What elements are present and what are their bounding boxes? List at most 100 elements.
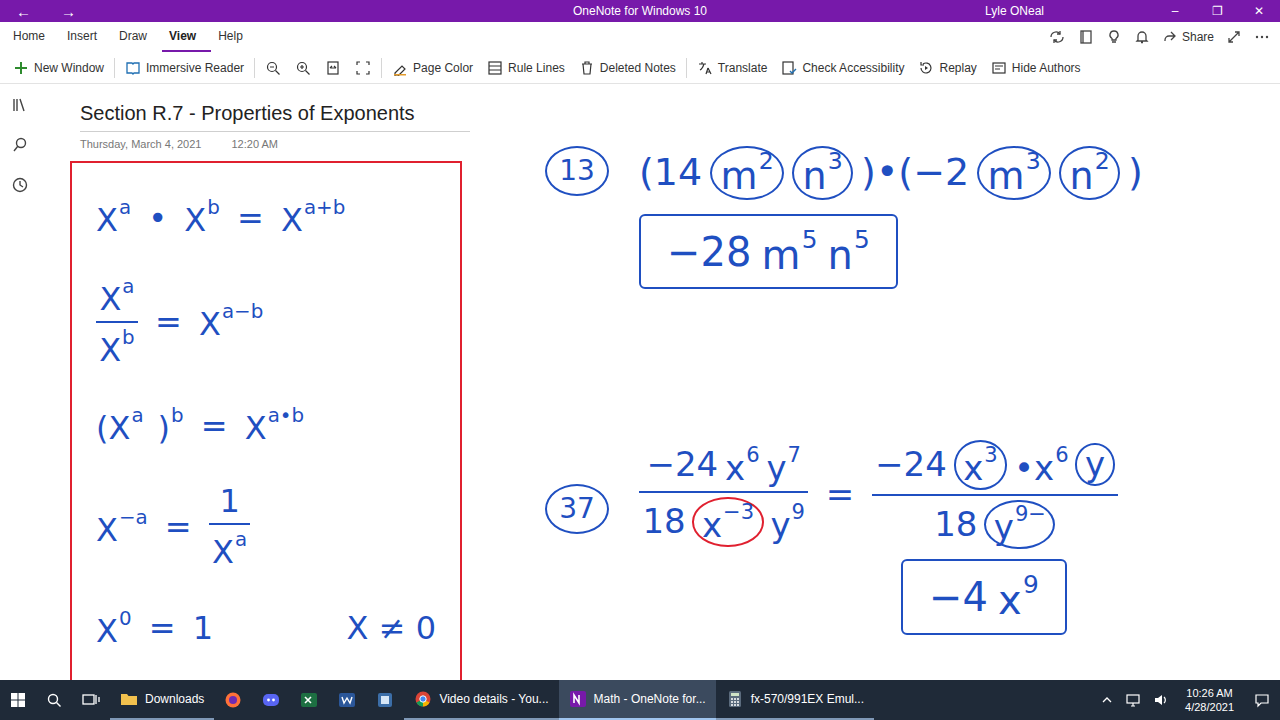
ink-base: y [770, 505, 790, 545]
share-button[interactable]: Share [1162, 28, 1214, 46]
menu-bar: HomeInsertDrawViewHelp Share [0, 22, 1280, 52]
minimize-button[interactable]: – [1154, 2, 1196, 20]
taskbar-app[interactable] [252, 680, 290, 720]
taskbar-app[interactable]: Video details - You... [404, 680, 558, 720]
rule-row: X−a=1Xa [96, 484, 436, 570]
problem-answer: −28m5n5 [639, 214, 898, 289]
page-date: Thursday, March 4, 2021 [80, 136, 201, 153]
ribbon-button[interactable]: Translate [690, 56, 775, 80]
task-view-icon [82, 692, 100, 708]
zoom-out-button[interactable] [258, 57, 288, 79]
fraction-numerator: −24x6y7 [643, 443, 804, 487]
ribbon-button[interactable]: Rule Lines [480, 56, 572, 80]
ink-base: )•(−2 [861, 150, 969, 194]
ink-base: y [766, 448, 786, 488]
ink-exponent: 3 [1026, 147, 1041, 175]
restore-button[interactable]: ❐ [1196, 2, 1238, 20]
sync-icon[interactable] [1048, 29, 1066, 45]
expand-icon[interactable] [1226, 29, 1242, 45]
ribbon-button[interactable]: Page Color [385, 56, 480, 80]
taskbar: Downloads Video details - You... Math - On… [0, 680, 1280, 720]
ribbon-label: Immersive Reader [146, 59, 244, 77]
ribbon-button[interactable]: Hide Authors [984, 56, 1088, 80]
taskbar-app-label: Math - OneNote for... [594, 690, 706, 708]
ribbon-separator [686, 58, 687, 78]
page-width-button[interactable] [318, 57, 348, 79]
taskbar-app[interactable] [290, 680, 328, 720]
system-tray [1101, 693, 1175, 707]
user-name[interactable]: Lyle ONeal [985, 2, 1044, 20]
ribbon-button[interactable]: Deleted Notes [572, 56, 683, 80]
recent-icon[interactable] [11, 176, 29, 194]
ink-circle: x−3 [692, 497, 763, 547]
clock[interactable]: 10:26 AM4/28/2021 [1175, 686, 1244, 715]
lightbulb-icon[interactable] [1106, 29, 1122, 45]
zoom-out-icon [265, 60, 281, 76]
ink-term: −24 [646, 446, 718, 483]
page-column: Section R.7 - Properties of Exponents Thu… [40, 84, 480, 680]
network-icon[interactable] [1125, 693, 1141, 707]
ink-exponent: a+b [304, 196, 345, 219]
ink-base: ) [1128, 150, 1143, 194]
back-button[interactable]: ← [12, 4, 35, 19]
volume-icon[interactable] [1153, 693, 1169, 707]
ink-base: m [988, 154, 1025, 198]
ribbon-button[interactable]: Check Accessibility [774, 56, 911, 80]
ink-fraction: 1Xa [209, 484, 250, 570]
ink-exponent: b [207, 196, 220, 219]
menu-tab[interactable]: Home [6, 22, 60, 52]
ink-term: (14 [639, 152, 702, 194]
taskbar-app[interactable]: fx-570/991EX Emul... [716, 680, 874, 720]
app-icon [376, 691, 394, 709]
taskbar-app-label: Downloads [145, 690, 204, 708]
ribbon-button[interactable]: New Window [6, 56, 111, 80]
ink-fraction: −24x3•x6y18y9− [872, 440, 1118, 549]
ink-exponent: −3 [723, 499, 754, 524]
calculator-icon [726, 690, 744, 708]
page-title[interactable]: Section R.7 - Properties of Exponents [80, 98, 470, 132]
ink-exponent: a [131, 404, 143, 427]
ink-term: Xa+b [281, 197, 345, 238]
chevron-up-icon[interactable] [1101, 694, 1113, 706]
search-icon[interactable] [11, 136, 29, 154]
ink-exponent: 9 [1023, 570, 1039, 599]
new-window-icon [13, 60, 29, 76]
menu-tab[interactable]: Draw [112, 22, 162, 52]
problem-number: 13 [545, 146, 609, 196]
fraction-denominator: 18x−3y9 [639, 497, 808, 547]
ink-term: Xb [99, 327, 135, 368]
ink-base: x [998, 578, 1022, 624]
notifications-button[interactable] [1244, 680, 1280, 720]
close-button[interactable]: ✕ [1238, 2, 1280, 20]
menu-tab[interactable]: Insert [60, 22, 112, 52]
taskbar-app[interactable] [366, 680, 404, 720]
fraction-denominator: Xb [96, 327, 138, 368]
menu-tab[interactable]: Help [211, 22, 258, 52]
search-button[interactable] [36, 680, 72, 720]
ink-term: Xa [96, 197, 131, 238]
page-canvas[interactable]: Section R.7 - Properties of Exponents Thu… [40, 84, 1280, 680]
task-view-button[interactable] [72, 680, 110, 720]
fit-page-button[interactable] [348, 57, 378, 79]
rule-row: Xa•Xb=Xa+b [96, 194, 436, 242]
clock-time: 10:26 AM [1186, 686, 1232, 700]
zoom-in-button[interactable] [288, 57, 318, 79]
notebook-icon[interactable] [1078, 29, 1094, 45]
forward-button[interactable]: → [57, 4, 80, 19]
fraction-numerator: 1 [216, 484, 243, 519]
ribbon-button[interactable]: Immersive Reader [118, 56, 251, 80]
ribbon-button[interactable]: Replay [911, 56, 983, 80]
bell-icon[interactable] [1134, 29, 1150, 45]
title-nav: ←→ [0, 4, 573, 19]
taskbar-app[interactable]: Math - OneNote for... [559, 680, 716, 720]
rules-box: Xa•Xb=Xa+bXaXb=Xa−b(Xa)b=Xa•bX−a=1XaX0=1… [70, 161, 462, 681]
taskbar-app[interactable]: Downloads [110, 680, 214, 720]
more-icon[interactable] [1254, 29, 1270, 45]
ink-term: 1 [219, 484, 239, 519]
start-button[interactable] [0, 680, 36, 720]
menu-tab[interactable]: View [162, 22, 211, 52]
taskbar-app[interactable] [328, 680, 366, 720]
word-icon [338, 691, 356, 709]
notebooks-icon[interactable] [11, 96, 29, 114]
taskbar-app[interactable] [214, 680, 252, 720]
